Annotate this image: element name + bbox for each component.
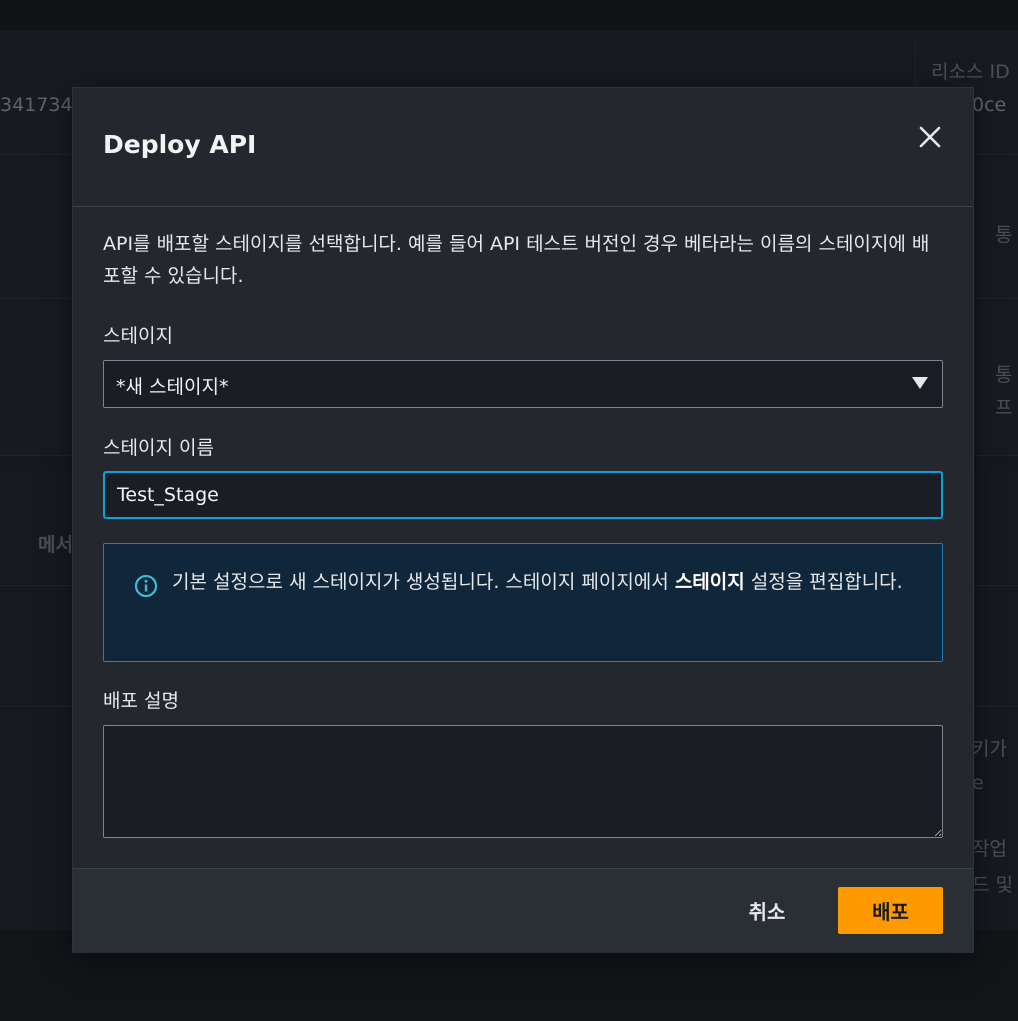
deploy-description-textarea[interactable] — [103, 725, 943, 838]
deploy-description-label: 배포 설명 — [103, 690, 179, 712]
cancel-button[interactable]: 취소 — [725, 887, 809, 933]
dialog-header: Deploy API — [73, 88, 973, 207]
dialog-description: API를 배포할 스테이지를 선택합니다. 예를 들어 API 테스트 버전인 … — [103, 233, 930, 287]
dialog-title: Deploy API — [103, 130, 257, 159]
stage-label: 스테이지 — [103, 325, 173, 347]
info-text-part: 설정을 편집합니다. — [744, 571, 903, 593]
close-icon — [919, 126, 941, 148]
stage-name-label: 스테이지 이름 — [103, 437, 214, 459]
info-text-bold: 스테이지 — [674, 571, 745, 593]
caret-down-icon — [912, 377, 928, 389]
close-button[interactable] — [913, 120, 947, 154]
info-alert: 기본 설정으로 새 스테이지가 생성됩니다. 스테이지 페이지에서 스테이지 설… — [103, 543, 943, 662]
dialog-footer: 취소 배포 — [73, 868, 973, 953]
info-alert-text: 기본 설정으로 새 스테이지가 생성됩니다. 스테이지 페이지에서 스테이지 설… — [172, 566, 912, 599]
deploy-api-dialog: Deploy API API를 배포할 스테이지를 선택합니다. 예를 들어 A… — [73, 88, 973, 953]
stage-select-value: *새 스테이지* — [116, 376, 229, 398]
stage-select[interactable]: *새 스테이지* — [103, 360, 943, 408]
info-icon — [134, 574, 158, 598]
info-text-part: 기본 설정으로 새 스테이지가 생성됩니다. 스테이지 페이지에서 — [172, 571, 675, 593]
deploy-button[interactable]: 배포 — [838, 887, 943, 934]
stage-name-input[interactable] — [103, 471, 943, 519]
